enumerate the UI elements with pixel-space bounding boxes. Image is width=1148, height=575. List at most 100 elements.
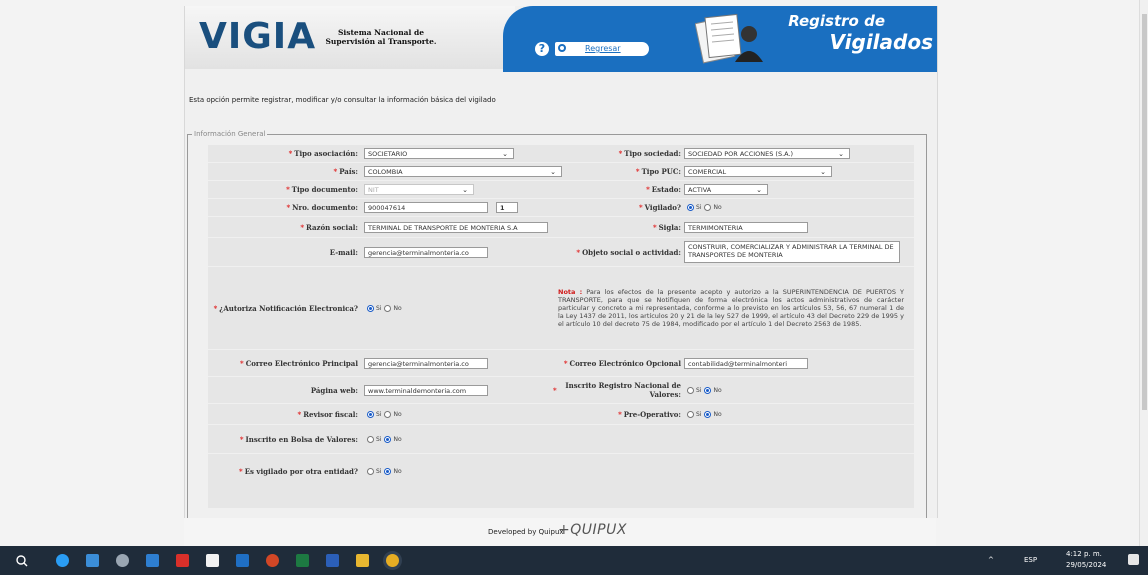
pagina-web-label: Página web: — [310, 385, 358, 395]
chrome-icon[interactable] — [386, 554, 399, 567]
title-line2: Vigilados — [829, 30, 933, 54]
inscrito-rnv-label: * Inscrito Registro Nacional de Valores: — [553, 381, 681, 399]
inscrito-rnv-si-radio[interactable] — [687, 386, 694, 394]
pre-operativo-no-radio[interactable] — [704, 410, 712, 418]
razon-social-input[interactable]: TERMINAL DE TRANSPORTE DE MONTERIA S.A — [364, 221, 548, 233]
outlook-icon[interactable] — [236, 554, 249, 567]
form-row: * Revisor fiscal: Si No * Pre-Operativo: S… — [208, 404, 914, 425]
autoriza-no-radio[interactable] — [384, 304, 392, 312]
chevron-down-icon: ⌄ — [820, 168, 826, 176]
objeto-social-label: * Objeto social o actividad: — [576, 247, 681, 257]
inscrito-rnv-no-radio[interactable] — [704, 386, 712, 394]
pre-operativo-no-label: No — [713, 410, 722, 418]
tipo-puc-select[interactable]: COMERCIAL ⌄ — [684, 166, 832, 177]
search-icon[interactable] — [16, 555, 28, 567]
form-row: * ¿Autoriza Notificación Electronica? Si … — [208, 267, 914, 350]
tipo-asociacion-label: * Tipo asociación: — [288, 149, 358, 158]
vigilado-label: * Vigilado? — [638, 203, 681, 212]
pre-operativo-si-label: Si — [696, 410, 702, 418]
document-icon[interactable] — [206, 554, 219, 567]
correo-opcional-label: * Correo Electrónico Opcional — [563, 358, 681, 368]
digito-verificacion-input[interactable]: 1 — [496, 202, 518, 213]
vigilado-otra-no-radio[interactable] — [384, 467, 392, 475]
back-button[interactable]: Regresar — [555, 42, 649, 56]
vigia-logo: VIGIA — [199, 16, 317, 57]
revisor-fiscal-no-radio[interactable] — [384, 410, 392, 418]
app-icon[interactable] — [116, 554, 129, 567]
tipo-asociacion-select[interactable]: SOCIETARIO ⌄ — [364, 148, 514, 159]
form-row: * Nro. documento: 900047614 1 * Vigilado? … — [208, 199, 914, 217]
edge-icon[interactable] — [56, 554, 69, 567]
clock-time[interactable]: 4:12 p. m. — [1066, 550, 1102, 558]
notifications-icon[interactable] — [1128, 554, 1139, 565]
inscrito-bolsa-no-radio[interactable] — [384, 435, 392, 443]
revisor-fiscal-si-label: Si — [376, 410, 382, 418]
pagina-web-input[interactable]: www.terminaldemonteria.com — [364, 384, 488, 396]
correo-principal-input[interactable]: gerencia@terminalmonteria.co — [364, 357, 488, 369]
vertical-scrollbar[interactable] — [1139, 0, 1148, 546]
form-row: Página web: www.terminaldemonteria.com *… — [208, 377, 914, 404]
autoriza-label: * ¿Autoriza Notificación Electronica? — [213, 303, 358, 313]
tipo-puc-label: * Tipo PUC: — [635, 167, 681, 176]
pdf-icon[interactable] — [176, 554, 189, 567]
language-indicator[interactable]: ESP — [1024, 556, 1037, 564]
email-input[interactable]: gerencia@terminalmonteria.co — [364, 246, 488, 258]
inscrito-bolsa-label: * Inscrito en Bolsa de Valores: — [239, 434, 358, 444]
nota-text: Nota : Para los efectos de la presente a… — [558, 288, 904, 328]
pre-operativo-si-radio[interactable] — [687, 410, 694, 418]
form-row: * País: COLOMBIA ⌄ * Tipo PUC: COMERCIAL ⌄ — [208, 163, 914, 181]
back-label: Regresar — [585, 44, 621, 53]
section-legend: Información General — [194, 130, 266, 138]
tipo-sociedad-label: * Tipo sociedad: — [618, 149, 681, 158]
tipo-documento-label: * Tipo documento: — [286, 185, 358, 194]
chevron-down-icon: ⌄ — [838, 150, 844, 158]
inscrito-bolsa-si-label: Si — [376, 435, 382, 443]
tray-chevron-icon[interactable]: ^ — [988, 556, 994, 564]
nro-documento-label: * Nro. documento: — [286, 203, 358, 212]
vigilado-no-radio[interactable] — [704, 204, 712, 211]
inscrito-bolsa-no-label: No — [393, 435, 402, 443]
store-icon[interactable] — [146, 554, 159, 567]
windows-taskbar: ^ ESP 4:12 p. m. 29/05/2024 — [0, 546, 1148, 575]
sigla-input[interactable]: TERMIMONTERIA — [684, 221, 808, 233]
nro-documento-input[interactable]: 900047614 — [364, 202, 488, 213]
folder-icon[interactable] — [356, 554, 369, 567]
chevron-down-icon: ⌄ — [502, 150, 508, 158]
excel-icon[interactable] — [296, 554, 309, 567]
autoriza-si-label: Si — [376, 304, 382, 312]
chevron-down-icon: ⌄ — [756, 186, 762, 194]
developed-by-text: Developed by Quipux — [488, 528, 564, 536]
back-icon — [558, 44, 566, 52]
vigilado-otra-si-radio[interactable] — [367, 467, 374, 475]
sigla-label: * Sigla: — [652, 222, 681, 232]
autoriza-si-radio[interactable] — [367, 304, 374, 312]
vigilado-otra-label: * Es vigilado por otra entidad? — [239, 466, 358, 476]
form-row: * Correo Electrónico Principal gerencia@t… — [208, 350, 914, 377]
vigilado-si-radio[interactable] — [687, 204, 694, 211]
intro-text: Esta opción permite registrar, modificar… — [189, 96, 496, 104]
vigilado-si-label: Si — [696, 204, 702, 211]
quipux-logo: +QUIPUX — [558, 522, 627, 538]
clock-date[interactable]: 29/05/2024 — [1066, 561, 1106, 569]
estado-select[interactable]: ACTIVA ⌄ — [684, 184, 768, 195]
autoriza-no-label: No — [393, 304, 402, 312]
mail-icon[interactable] — [86, 554, 99, 567]
tipo-sociedad-select[interactable]: SOCIEDAD POR ACCIONES (S.A.) ⌄ — [684, 148, 850, 159]
powerpoint-icon[interactable] — [266, 554, 279, 567]
email-label: E-mail: — [329, 247, 358, 257]
revisor-fiscal-label: * Revisor fiscal: — [297, 409, 358, 419]
tipo-documento-select[interactable]: NIT ⌄ — [364, 184, 474, 195]
footer: Developed by Quipux +QUIPUX — [184, 518, 936, 546]
pais-select[interactable]: COLOMBIA ⌄ — [364, 166, 562, 177]
inscrito-bolsa-si-radio[interactable] — [367, 435, 374, 443]
title-line1: Registro de — [788, 12, 885, 30]
help-icon[interactable]: ? — [535, 42, 549, 56]
form-row: * Razón social: TERMINAL DE TRANSPORTE DE… — [208, 217, 914, 238]
objeto-social-textarea[interactable]: CONSTRUIR, COMERCIALIZAR Y ADMINISTRAR L… — [684, 241, 900, 263]
vigilado-otra-no-label: No — [393, 467, 402, 475]
word-icon[interactable] — [326, 554, 339, 567]
razon-social-label: * Razón social: — [300, 222, 358, 232]
revisor-fiscal-si-radio[interactable] — [367, 410, 374, 418]
scrollbar-thumb[interactable] — [1142, 14, 1147, 410]
correo-opcional-input[interactable]: contabilidad@terminalmonteri — [684, 357, 808, 369]
